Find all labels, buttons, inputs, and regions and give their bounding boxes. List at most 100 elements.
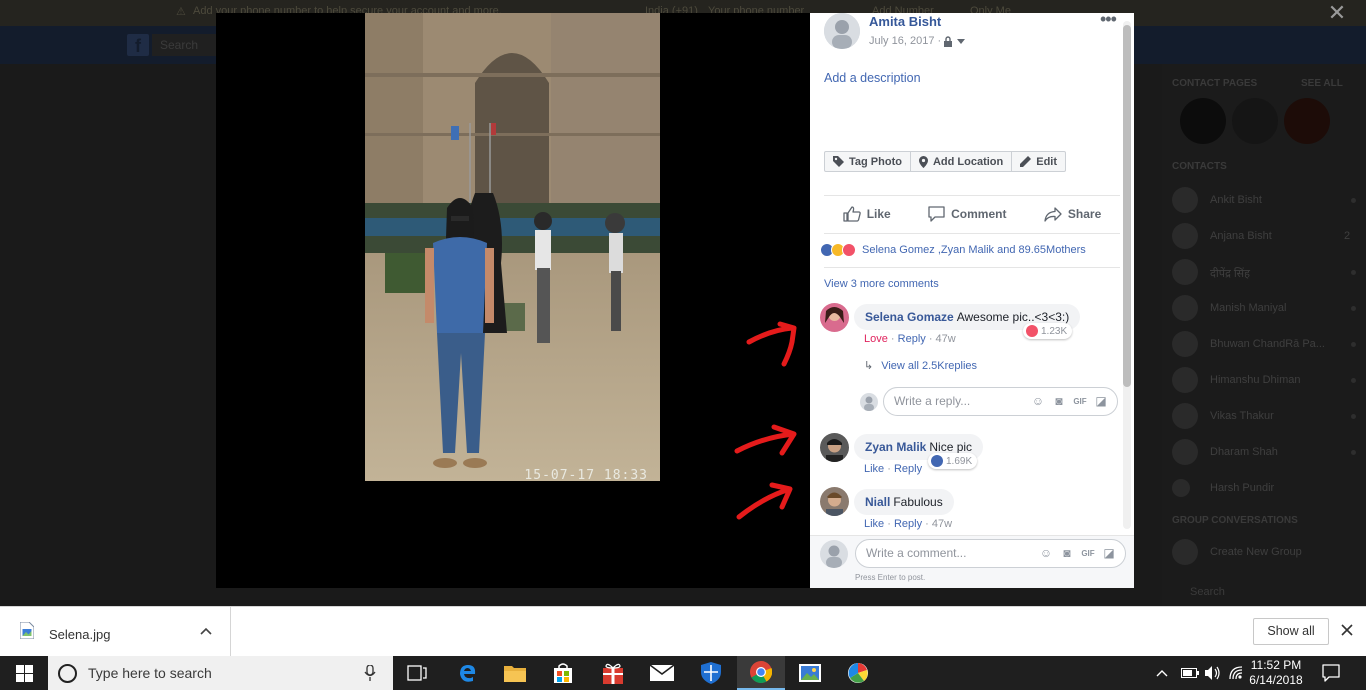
press-enter-hint: Press Enter to post. bbox=[855, 573, 926, 582]
panel-scrollbar[interactable] bbox=[1123, 21, 1131, 529]
comment-age[interactable]: 47w bbox=[936, 333, 956, 345]
taskbar-paint[interactable] bbox=[834, 656, 882, 690]
comment-composer: Write a comment... ☺ ◙ GIF ◪ Press Enter… bbox=[810, 535, 1134, 588]
shield-icon bbox=[701, 662, 721, 684]
reactions-summary[interactable]: Selena Gomez ,Zyan Malik and 89.65Mother… bbox=[820, 242, 1086, 258]
share-button[interactable]: Share bbox=[1044, 203, 1101, 225]
network-button[interactable] bbox=[1229, 656, 1243, 690]
gif-icon[interactable]: GIF bbox=[1072, 394, 1088, 410]
camera-icon[interactable]: ◙ bbox=[1051, 394, 1067, 410]
comment-input-icons: ☺ ◙ GIF ◪ bbox=[1038, 546, 1117, 562]
taskbar-gift-app[interactable] bbox=[589, 656, 637, 690]
gift-icon bbox=[603, 663, 623, 684]
view-more-comments-link[interactable]: View 3 more comments bbox=[824, 278, 939, 290]
commenter-avatar[interactable] bbox=[820, 487, 849, 516]
comment-text: Awesome pic..<3<3:) bbox=[956, 310, 1070, 324]
notification-center-icon[interactable] bbox=[1322, 664, 1340, 682]
reactions-text[interactable]: Selena Gomez ,Zyan Malik and 89.65Mother… bbox=[862, 244, 1086, 256]
chevron-up-icon[interactable] bbox=[200, 627, 212, 635]
contact-item: Himanshu Dhiman bbox=[1172, 365, 1358, 395]
gif-icon[interactable]: GIF bbox=[1080, 546, 1096, 562]
post-date[interactable]: July 16, 2017 · bbox=[869, 35, 941, 47]
battery-button[interactable] bbox=[1181, 656, 1199, 690]
owner-avatar[interactable] bbox=[824, 13, 860, 49]
reply-link[interactable]: Reply bbox=[894, 518, 922, 530]
love-link[interactable]: Love bbox=[864, 333, 888, 345]
sticker-icon[interactable]: ◪ bbox=[1093, 394, 1109, 410]
photo-image bbox=[365, 13, 660, 481]
edit-button[interactable]: Edit bbox=[1012, 152, 1065, 171]
windows-logo-icon bbox=[15, 664, 33, 682]
comment-author[interactable]: Niall bbox=[865, 495, 890, 509]
emoji-icon[interactable]: ☺ bbox=[1038, 546, 1054, 562]
reply-arrow-icon: ↳ bbox=[864, 360, 874, 372]
taskbar-search[interactable]: Type here to search bbox=[48, 656, 393, 690]
love-reaction-icon bbox=[842, 243, 856, 257]
wifi-icon bbox=[1229, 666, 1243, 680]
microphone-icon[interactable] bbox=[364, 665, 376, 681]
comment-author[interactable]: Selena Gomaze bbox=[865, 310, 954, 324]
taskbar-edge[interactable] bbox=[443, 656, 491, 690]
page-avatar bbox=[1180, 98, 1226, 144]
reply-link[interactable]: Reply bbox=[898, 333, 926, 345]
post-photo[interactable]: 15-07-17 18:33 bbox=[365, 13, 660, 481]
like-button[interactable]: Like bbox=[843, 203, 891, 225]
chat-sidebar: CONTACT PAGES SEE ALL CONTACTS Ankit Bis… bbox=[1162, 64, 1366, 606]
chevron-up-icon bbox=[1156, 670, 1168, 677]
owner-name-link[interactable]: Amita Bisht bbox=[869, 14, 941, 29]
taskbar-defender[interactable] bbox=[687, 656, 735, 690]
camera-icon[interactable]: ◙ bbox=[1059, 546, 1075, 562]
commenter-avatar[interactable] bbox=[820, 303, 849, 332]
like-link[interactable]: Like bbox=[864, 463, 884, 475]
scroll-thumb[interactable] bbox=[1123, 25, 1131, 387]
comment-meta: Love · Reply · 47w bbox=[864, 333, 956, 345]
chat-search: Search bbox=[1190, 586, 1225, 598]
like-link[interactable]: Like bbox=[864, 518, 884, 530]
red-arrow-icon bbox=[746, 321, 797, 367]
tag-icon bbox=[833, 156, 844, 167]
task-view-button[interactable] bbox=[393, 656, 441, 690]
taskbar-file-explorer[interactable] bbox=[491, 656, 539, 690]
chrome-icon bbox=[750, 661, 772, 683]
lock-icon[interactable] bbox=[943, 36, 953, 47]
windows-taskbar: Type here to search 11:52 PM 6/14/2018 bbox=[0, 656, 1366, 690]
download-item[interactable]: Selena.jpg bbox=[0, 607, 231, 657]
comment-reaction-count[interactable]: 1.23K bbox=[1023, 323, 1073, 339]
tag-photo-button[interactable]: Tag Photo bbox=[825, 152, 911, 171]
see-all-link: SEE ALL bbox=[1301, 78, 1343, 89]
privacy-caret-icon[interactable] bbox=[957, 39, 965, 44]
taskbar-mail[interactable] bbox=[638, 656, 686, 690]
add-description-link[interactable]: Add a description bbox=[824, 71, 921, 85]
comment-author[interactable]: Zyan Malik bbox=[865, 440, 926, 454]
volume-button[interactable] bbox=[1205, 656, 1221, 690]
divider bbox=[824, 267, 1120, 268]
contact-item: Bhuwan ChandRā Pa... bbox=[1172, 329, 1358, 359]
add-location-button[interactable]: Add Location bbox=[911, 152, 1013, 171]
taskbar-chrome[interactable] bbox=[737, 656, 785, 690]
sticker-icon[interactable]: ◪ bbox=[1101, 546, 1117, 562]
photo-stage: 15-07-17 18:33 bbox=[216, 13, 810, 588]
warning-icon: ⚠ bbox=[176, 6, 186, 18]
reply-link[interactable]: Reply bbox=[894, 463, 922, 475]
location-pin-icon bbox=[918, 155, 928, 168]
comment-input[interactable]: Write a comment... ☺ ◙ GIF ◪ bbox=[855, 539, 1126, 568]
comment-bubble-icon bbox=[928, 206, 945, 222]
close-download-bar-icon[interactable] bbox=[1340, 623, 1354, 637]
more-options-icon[interactable]: ••• bbox=[1100, 13, 1118, 28]
comment-age[interactable]: 47w bbox=[932, 518, 952, 530]
taskbar-clock[interactable]: 11:52 PM 6/14/2018 bbox=[1244, 658, 1308, 688]
commenter-avatar[interactable] bbox=[820, 433, 849, 462]
close-viewer-icon[interactable]: ✕ bbox=[1326, 2, 1348, 24]
reply-input[interactable]: Write a reply... ☺ ◙ GIF ◪ bbox=[883, 387, 1118, 416]
show-hidden-icons-button[interactable] bbox=[1156, 656, 1168, 690]
download-bar: Selena.jpg Show all bbox=[0, 606, 1366, 657]
start-button[interactable] bbox=[0, 656, 48, 690]
taskbar-photos[interactable] bbox=[786, 656, 834, 690]
comment-reaction-count[interactable]: 1.69K bbox=[928, 453, 978, 469]
emoji-icon[interactable]: ☺ bbox=[1030, 394, 1046, 410]
taskbar-store[interactable] bbox=[539, 656, 587, 690]
image-file-icon bbox=[20, 622, 34, 639]
view-replies-link[interactable]: ↳ View all 2.5Kreplies bbox=[864, 359, 977, 372]
show-all-button[interactable]: Show all bbox=[1253, 618, 1329, 645]
comment-button[interactable]: Comment bbox=[928, 203, 1006, 225]
